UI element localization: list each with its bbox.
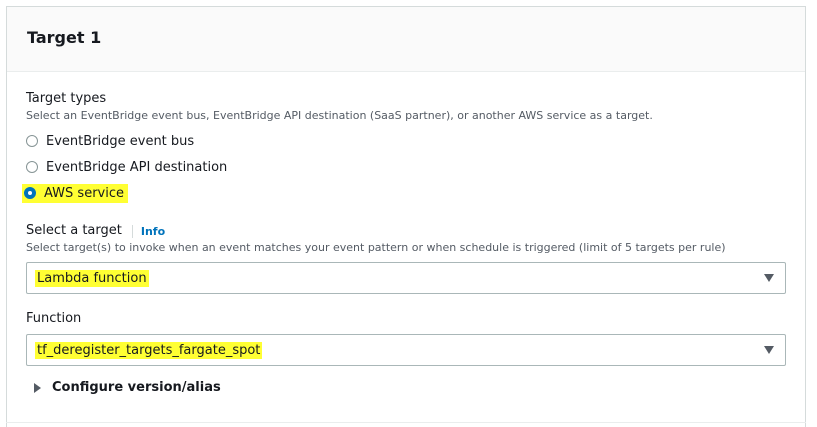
target-types-radio-group: EventBridge event bus EventBridge API de… xyxy=(22,128,786,206)
radio-label: AWS service xyxy=(44,185,124,201)
bottom-divider xyxy=(6,422,806,423)
select-target-section: Select a target Info Select target(s) to… xyxy=(26,222,786,294)
radio-option-aws-service[interactable]: AWS service xyxy=(22,180,786,206)
radio-label: EventBridge API destination xyxy=(46,159,228,175)
radio-button-icon[interactable] xyxy=(26,135,38,147)
select-target-label: Select a target xyxy=(26,223,122,238)
panel-header: Target 1 xyxy=(7,7,805,72)
radio-option-event-bus[interactable]: EventBridge event bus xyxy=(26,128,786,154)
target-select-dropdown[interactable]: Lambda function xyxy=(26,262,786,294)
select-target-label-row: Select a target Info xyxy=(26,222,786,240)
highlight-marker: AWS service xyxy=(22,183,128,203)
page: Target 1 Target types Select an EventBri… xyxy=(0,0,817,427)
info-link[interactable]: Info xyxy=(131,224,165,238)
select-target-description: Select target(s) to invoke when an event… xyxy=(26,241,726,254)
configure-version-label: Configure version/alias xyxy=(52,380,221,395)
target-types-description: Select an EventBridge event bus, EventBr… xyxy=(26,109,653,122)
configure-version-expander[interactable]: Configure version/alias xyxy=(34,380,221,395)
radio-option-api-destination[interactable]: EventBridge API destination xyxy=(26,154,786,180)
panel-title: Target 1 xyxy=(27,28,102,47)
function-select-dropdown[interactable]: tf_deregister_targets_fargate_spot xyxy=(26,334,786,366)
target-types-section: Target types Select an EventBridge event… xyxy=(22,90,786,206)
target-types-label: Target types xyxy=(26,91,107,106)
function-select-value: tf_deregister_targets_fargate_spot xyxy=(35,341,263,359)
caret-down-icon xyxy=(764,274,774,282)
expand-triangle-icon xyxy=(34,382,41,393)
function-section: Function tf_deregister_targets_fargate_s… xyxy=(26,310,786,366)
radio-button-checked-icon[interactable] xyxy=(24,187,36,199)
radio-button-icon[interactable] xyxy=(26,161,38,173)
function-label: Function xyxy=(26,311,82,326)
caret-down-icon xyxy=(764,346,774,354)
target-select-value: Lambda function xyxy=(35,269,149,287)
radio-label: EventBridge event bus xyxy=(46,133,195,149)
